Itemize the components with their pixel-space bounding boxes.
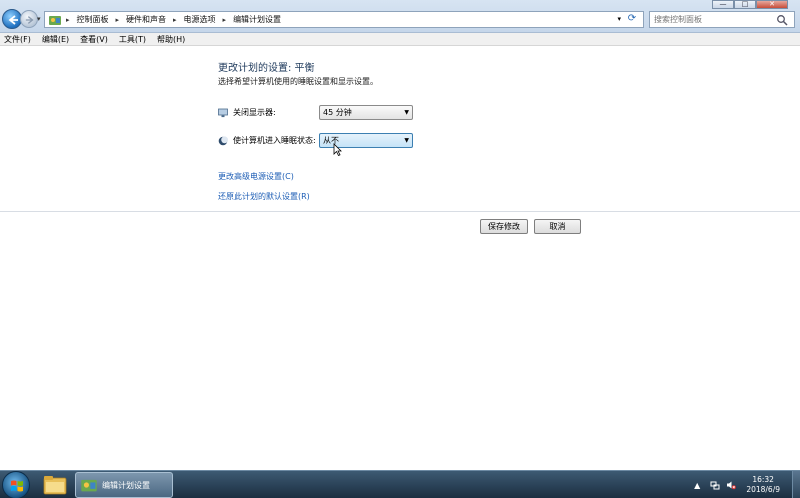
search-icon[interactable] xyxy=(776,14,788,26)
breadcrumb-separator-icon: ▸ xyxy=(66,15,70,24)
start-button[interactable] xyxy=(2,471,30,498)
forward-button[interactable] xyxy=(20,10,38,28)
taskbar-task-label: 编辑计划设置 xyxy=(102,480,150,490)
moon-icon xyxy=(218,135,228,145)
navigation-bar: — □ ✕ ▾ ▸ 控制面板 ▸ 硬件和声音 ▸ 电源选项 ▸ 编辑计划设置 ▾… xyxy=(0,0,800,33)
display-off-label: 关闭显示器: xyxy=(233,108,276,117)
display-off-row: 关闭显示器: 45 分钟 ▼ xyxy=(218,105,413,120)
main-content: 更改计划的设置: 平衡 选择希望计算机使用的睡眠设置和显示设置。 关闭显示器: … xyxy=(0,46,800,470)
menu-help[interactable]: 帮助(H) xyxy=(157,34,185,45)
taskbar-task-edit-plan[interactable]: 编辑计划设置 xyxy=(75,472,173,498)
monitor-icon xyxy=(218,108,228,117)
minimize-button[interactable]: — xyxy=(712,0,734,9)
display-off-select[interactable]: 45 分钟 ▼ xyxy=(319,105,413,120)
system-tray: ▲ 16:32 2018/6/9 xyxy=(694,471,800,498)
breadcrumb-power-options[interactable]: 电源选项 xyxy=(184,14,216,25)
restore-defaults-link[interactable]: 还原此计划的默认设置(R) xyxy=(218,191,310,202)
close-button[interactable]: ✕ xyxy=(756,0,788,9)
divider xyxy=(0,211,800,212)
windows-logo-icon xyxy=(11,480,23,492)
advanced-power-settings-link[interactable]: 更改高级电源设置(C) xyxy=(218,171,294,182)
menu-file[interactable]: 文件(F) xyxy=(4,34,31,45)
recent-pages-dropdown-icon[interactable]: ▾ xyxy=(37,15,41,23)
breadcrumb-separator-icon[interactable]: ▸ xyxy=(116,16,120,24)
save-button[interactable]: 保存修改 xyxy=(480,219,528,234)
address-dropdown-icon[interactable]: ▾ xyxy=(617,15,621,23)
clock-date: 2018/6/9 xyxy=(746,485,780,494)
page-subtitle: 选择希望计算机使用的睡眠设置和显示设置。 xyxy=(218,77,378,86)
breadcrumb-separator-icon[interactable]: ▸ xyxy=(223,16,227,24)
menu-edit[interactable]: 编辑(E) xyxy=(42,34,69,45)
control-panel-icon xyxy=(49,15,61,25)
clock-time: 16:32 xyxy=(752,475,774,484)
refresh-icon[interactable]: ⟳ xyxy=(624,13,640,26)
page-title: 更改计划的设置: 平衡 xyxy=(218,63,315,74)
clock[interactable]: 16:32 2018/6/9 xyxy=(746,475,780,495)
forward-arrow-icon xyxy=(25,16,34,24)
chevron-down-icon: ▼ xyxy=(404,137,409,144)
breadcrumb-hardware-sound[interactable]: 硬件和声音 xyxy=(126,14,166,25)
menu-view[interactable]: 查看(V) xyxy=(80,34,108,45)
search-box[interactable] xyxy=(649,11,795,28)
mouse-cursor-icon xyxy=(333,143,342,156)
network-icon[interactable] xyxy=(710,480,720,490)
chevron-down-icon: ▼ xyxy=(404,109,409,116)
search-input[interactable] xyxy=(650,15,776,24)
back-button[interactable] xyxy=(2,9,22,29)
window-controls: — □ ✕ xyxy=(712,0,788,9)
folder-icon[interactable] xyxy=(40,473,70,497)
show-hidden-icons-icon[interactable]: ▲ xyxy=(694,481,700,490)
control-panel-icon xyxy=(81,479,97,492)
menu-tools[interactable]: 工具(T) xyxy=(119,34,146,45)
sleep-row: 使计算机进入睡眠状态: 从不 ▼ xyxy=(218,133,413,148)
maximize-button[interactable]: □ xyxy=(734,0,756,9)
cancel-button[interactable]: 取消 xyxy=(534,219,581,234)
display-off-value: 45 分钟 xyxy=(323,108,352,117)
address-bar[interactable]: ▸ 控制面板 ▸ 硬件和声音 ▸ 电源选项 ▸ 编辑计划设置 ▾ ⟳ xyxy=(44,11,644,28)
back-arrow-icon xyxy=(8,15,18,25)
taskbar: 编辑计划设置 ▲ 16:32 2018/6/9 xyxy=(0,470,800,498)
breadcrumb-edit-plan[interactable]: 编辑计划设置 xyxy=(233,14,281,25)
show-desktop-button[interactable] xyxy=(792,471,800,498)
volume-muted-icon[interactable] xyxy=(726,480,737,490)
breadcrumb-control-panel[interactable]: 控制面板 xyxy=(77,14,109,25)
menu-bar: 文件(F) 编辑(E) 查看(V) 工具(T) 帮助(H) xyxy=(0,33,800,46)
breadcrumb-separator-icon[interactable]: ▸ xyxy=(173,16,177,24)
sleep-label: 使计算机进入睡眠状态: xyxy=(233,136,316,145)
